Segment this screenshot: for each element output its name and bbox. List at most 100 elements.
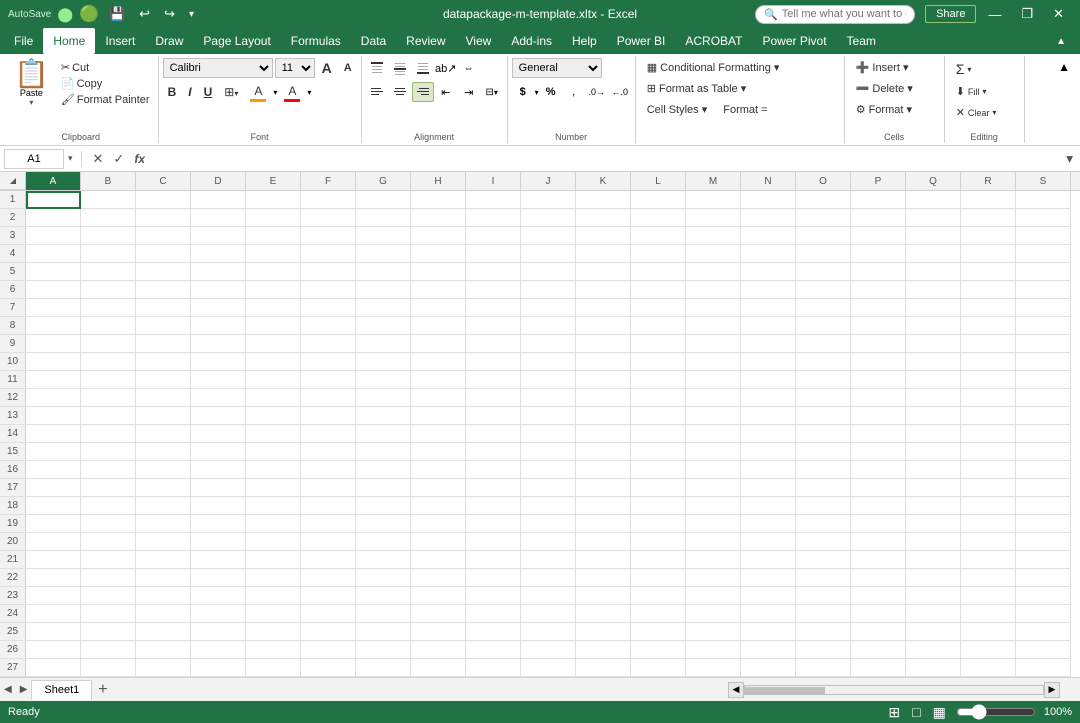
cell-O26[interactable] xyxy=(796,641,851,659)
cell-F10[interactable] xyxy=(301,353,356,371)
insert-function-button[interactable]: fx xyxy=(131,151,148,167)
cell-D6[interactable] xyxy=(191,281,246,299)
cell-H15[interactable] xyxy=(411,443,466,461)
cell-J22[interactable] xyxy=(521,569,576,587)
cell-J3[interactable] xyxy=(521,227,576,245)
cell-B4[interactable] xyxy=(81,245,136,263)
cell-B13[interactable] xyxy=(81,407,136,425)
cell-Q2[interactable] xyxy=(906,209,961,227)
inc-decimal-button[interactable]: .0→ xyxy=(586,82,608,102)
cell-H10[interactable] xyxy=(411,353,466,371)
italic-button[interactable]: I xyxy=(183,82,196,102)
cell-N27[interactable] xyxy=(741,659,796,677)
cell-F26[interactable] xyxy=(301,641,356,659)
cell-P14[interactable] xyxy=(851,425,906,443)
cell-D8[interactable] xyxy=(191,317,246,335)
format-cells-button[interactable]: ⚙ Format ▾ xyxy=(849,100,919,119)
cell-D19[interactable] xyxy=(191,515,246,533)
cell-D22[interactable] xyxy=(191,569,246,587)
cell-M13[interactable] xyxy=(686,407,741,425)
cell-N8[interactable] xyxy=(741,317,796,335)
cell-J8[interactable] xyxy=(521,317,576,335)
cell-R21[interactable] xyxy=(961,551,1016,569)
cell-I17[interactable] xyxy=(466,479,521,497)
cell-M17[interactable] xyxy=(686,479,741,497)
cell-I13[interactable] xyxy=(466,407,521,425)
cell-O1[interactable] xyxy=(796,191,851,209)
cell-O9[interactable] xyxy=(796,335,851,353)
cell-F17[interactable] xyxy=(301,479,356,497)
cell-J1[interactable] xyxy=(521,191,576,209)
cell-I14[interactable] xyxy=(466,425,521,443)
cell-O21[interactable] xyxy=(796,551,851,569)
cell-A25[interactable] xyxy=(26,623,81,641)
cell-N22[interactable] xyxy=(741,569,796,587)
autosum-button[interactable]: Σ ▾ xyxy=(949,58,979,80)
cell-K24[interactable] xyxy=(576,605,631,623)
font-color-button[interactable]: A xyxy=(279,82,305,102)
cell-E2[interactable] xyxy=(246,209,301,227)
horizontal-scrollbar[interactable]: ◀ ▶ xyxy=(728,682,1060,698)
cell-B9[interactable] xyxy=(81,335,136,353)
cell-L5[interactable] xyxy=(631,263,686,281)
cell-P9[interactable] xyxy=(851,335,906,353)
cell-J17[interactable] xyxy=(521,479,576,497)
row-num-19[interactable]: 19 xyxy=(0,515,26,533)
cell-R1[interactable] xyxy=(961,191,1016,209)
cell-I24[interactable] xyxy=(466,605,521,623)
hscroll-right-button[interactable]: ▶ xyxy=(1044,682,1060,698)
cell-E27[interactable] xyxy=(246,659,301,677)
cell-D12[interactable] xyxy=(191,389,246,407)
merge-center-button[interactable]: ⊟▾ xyxy=(481,82,503,102)
cell-R14[interactable] xyxy=(961,425,1016,443)
row-num-26[interactable]: 26 xyxy=(0,641,26,659)
cell-P17[interactable] xyxy=(851,479,906,497)
cell-K19[interactable] xyxy=(576,515,631,533)
cell-L1[interactable] xyxy=(631,191,686,209)
row-num-18[interactable]: 18 xyxy=(0,497,26,515)
cell-L20[interactable] xyxy=(631,533,686,551)
cell-H9[interactable] xyxy=(411,335,466,353)
cell-C13[interactable] xyxy=(136,407,191,425)
cell-O7[interactable] xyxy=(796,299,851,317)
cell-Q27[interactable] xyxy=(906,659,961,677)
cell-K14[interactable] xyxy=(576,425,631,443)
minimize-button[interactable]: — xyxy=(980,5,1009,24)
cell-G14[interactable] xyxy=(356,425,411,443)
tell-me-box[interactable]: 🔍 xyxy=(755,5,915,24)
cell-F27[interactable] xyxy=(301,659,356,677)
cell-E12[interactable] xyxy=(246,389,301,407)
row-num-23[interactable]: 23 xyxy=(0,587,26,605)
cell-C11[interactable] xyxy=(136,371,191,389)
cell-P16[interactable] xyxy=(851,461,906,479)
cell-K11[interactable] xyxy=(576,371,631,389)
menu-acrobat[interactable]: ACROBAT xyxy=(675,28,752,54)
cell-J13[interactable] xyxy=(521,407,576,425)
cell-E3[interactable] xyxy=(246,227,301,245)
cell-C18[interactable] xyxy=(136,497,191,515)
cell-J12[interactable] xyxy=(521,389,576,407)
cell-K22[interactable] xyxy=(576,569,631,587)
cell-P3[interactable] xyxy=(851,227,906,245)
scroll-right-tab-button[interactable]: ▶ xyxy=(16,682,32,697)
orientation-button[interactable]: ab↗ xyxy=(435,58,457,78)
cell-S12[interactable] xyxy=(1016,389,1071,407)
cell-Q17[interactable] xyxy=(906,479,961,497)
cell-B10[interactable] xyxy=(81,353,136,371)
cell-Q23[interactable] xyxy=(906,587,961,605)
cell-M22[interactable] xyxy=(686,569,741,587)
cell-F13[interactable] xyxy=(301,407,356,425)
cell-M10[interactable] xyxy=(686,353,741,371)
cell-L3[interactable] xyxy=(631,227,686,245)
cell-C15[interactable] xyxy=(136,443,191,461)
hscroll-left-button[interactable]: ◀ xyxy=(728,682,744,698)
cell-O19[interactable] xyxy=(796,515,851,533)
cell-K12[interactable] xyxy=(576,389,631,407)
middle-align-button[interactable] xyxy=(389,58,411,78)
cell-K26[interactable] xyxy=(576,641,631,659)
cell-A7[interactable] xyxy=(26,299,81,317)
cell-J4[interactable] xyxy=(521,245,576,263)
cell-P1[interactable] xyxy=(851,191,906,209)
cell-F6[interactable] xyxy=(301,281,356,299)
row-num-5[interactable]: 5 xyxy=(0,263,26,281)
